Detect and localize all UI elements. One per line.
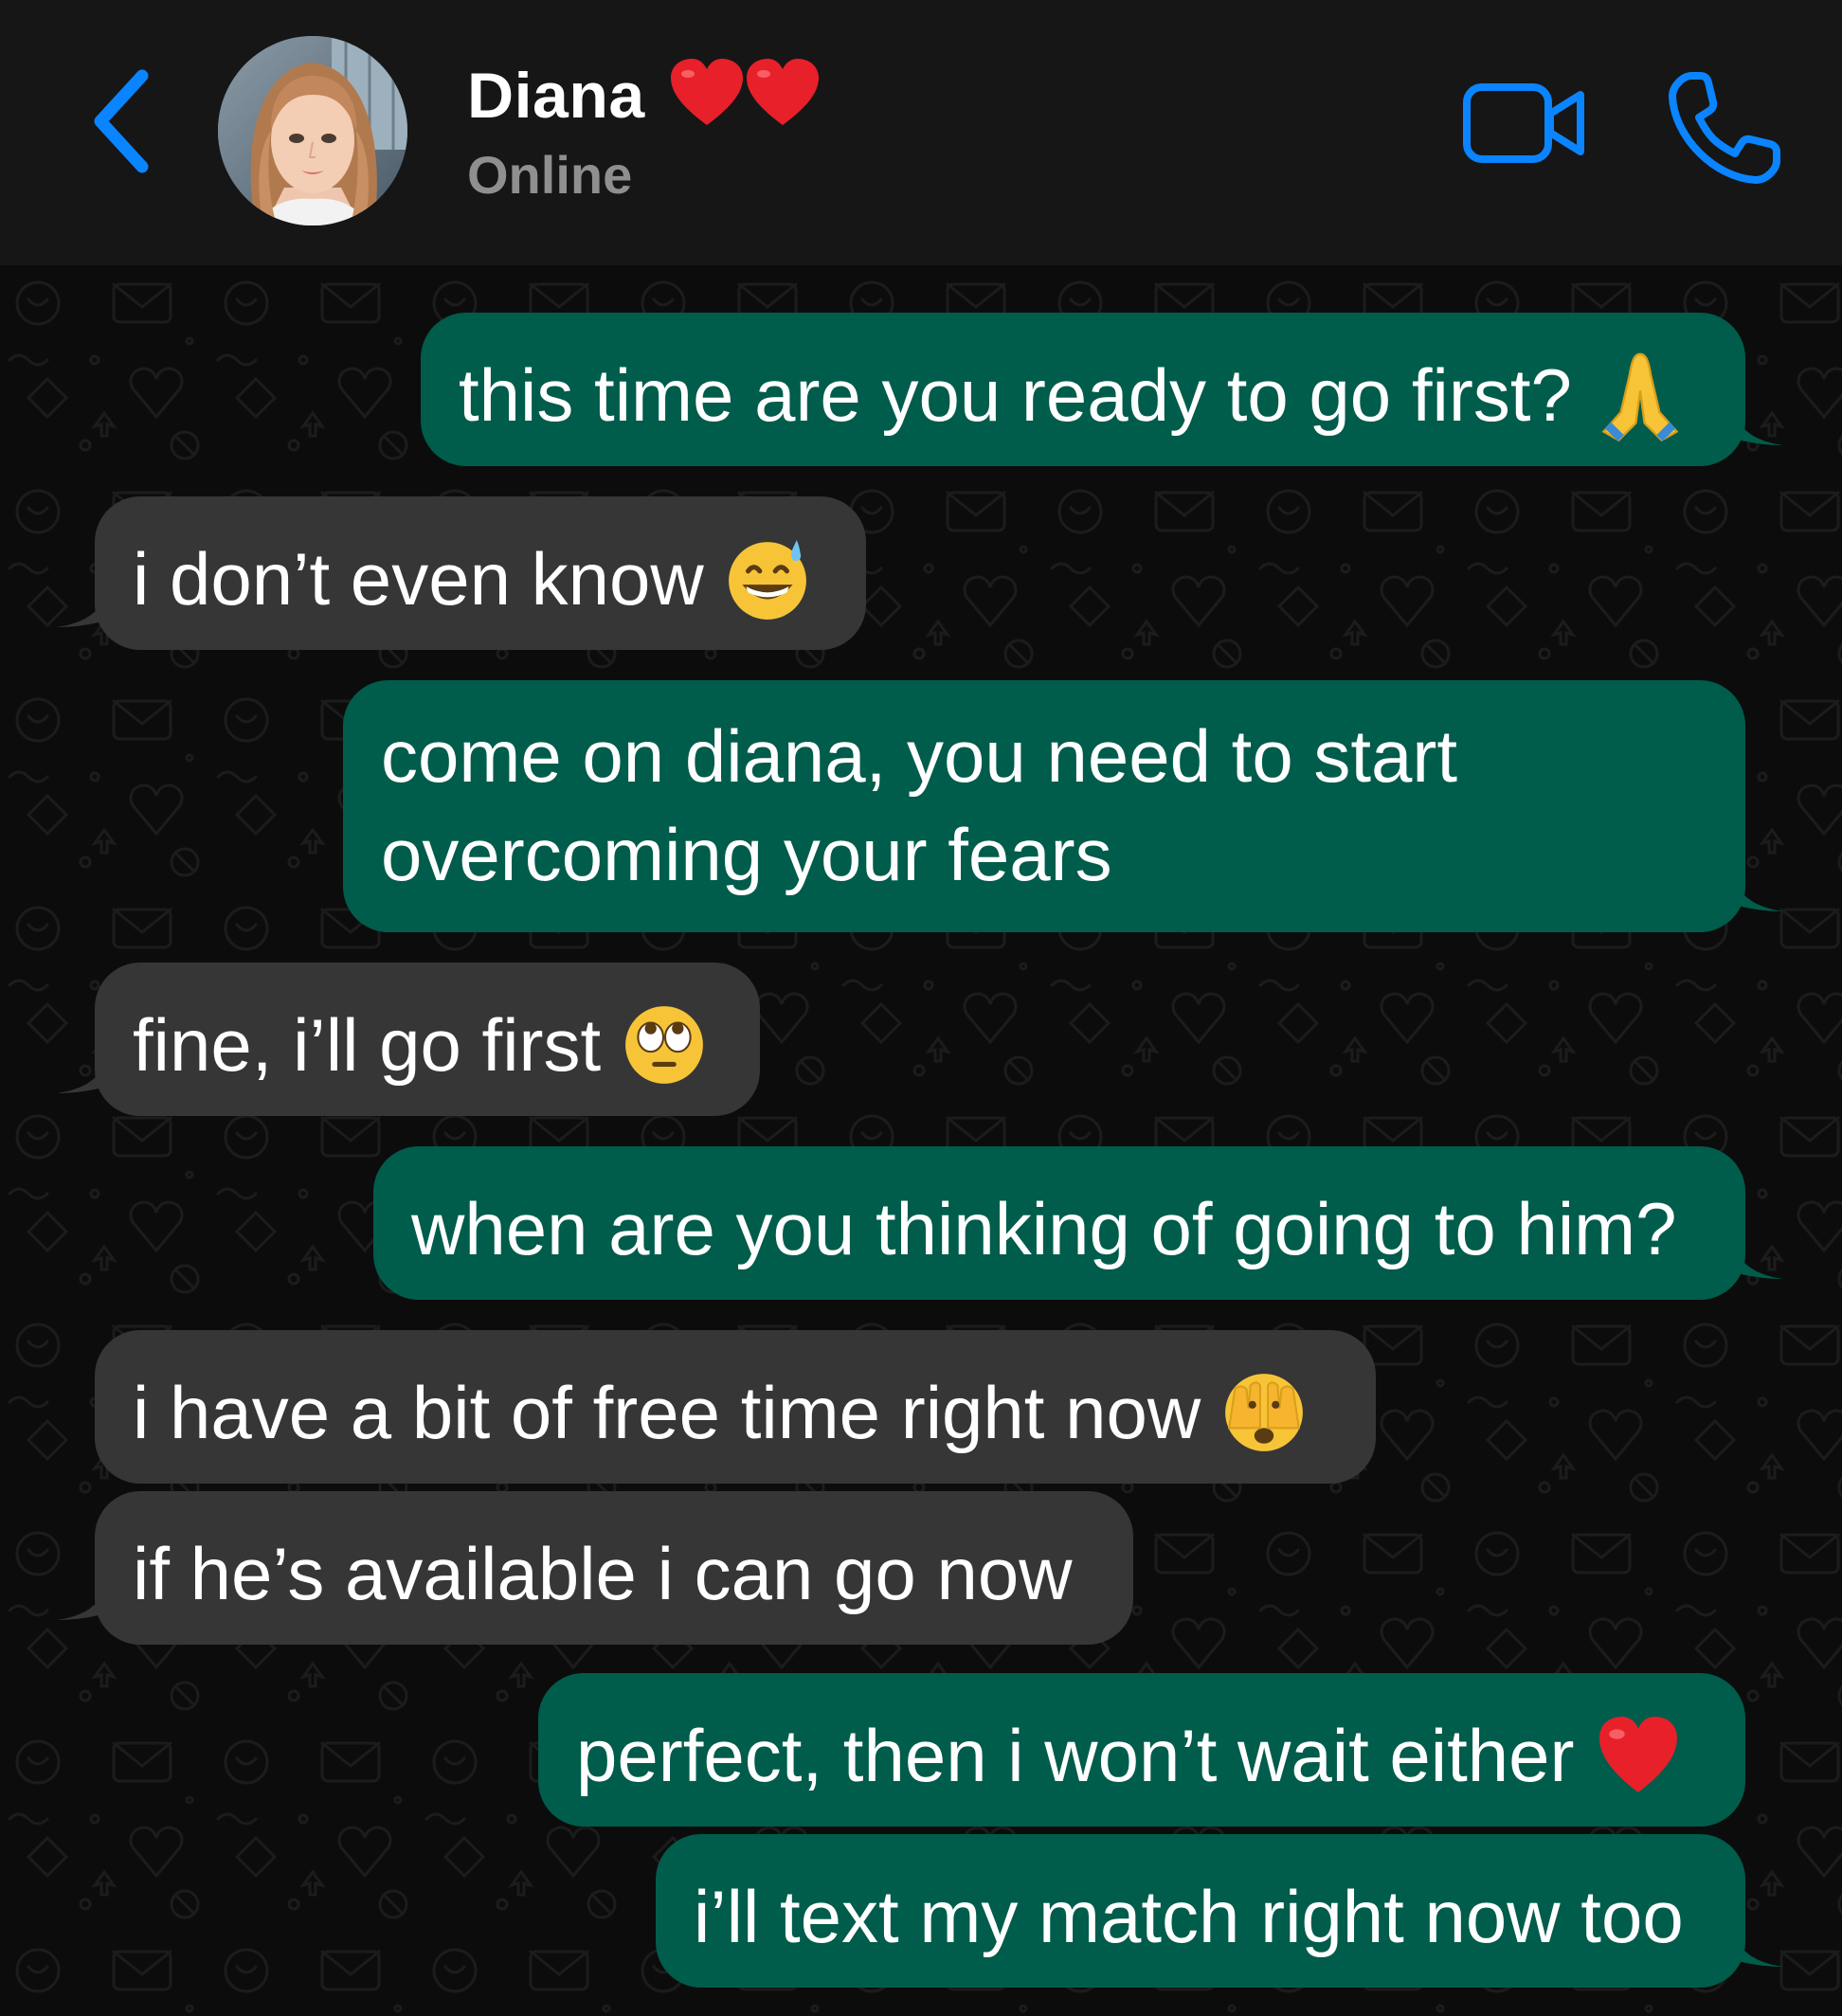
avatar[interactable] (218, 36, 407, 225)
message-outgoing[interactable]: this time are you ready to go first? (421, 313, 1745, 466)
bubble-tail (57, 580, 114, 627)
message-text: perfect, then i won’t wait either (576, 1714, 1575, 1798)
bubble-tail (1726, 398, 1783, 445)
bubble-tail (57, 1046, 114, 1093)
bubble-tail (1726, 864, 1783, 911)
message-list[interactable]: this time are you ready to go first? i d… (0, 265, 1842, 2016)
message-text: i’ll text my match right now too (694, 1875, 1684, 1959)
message-text-line: overcoming your fears (381, 813, 1112, 896)
red-heart-emoji (1598, 1717, 1677, 1793)
message-outgoing[interactable]: come on diana, you need to start overcom… (343, 680, 1745, 932)
voice-call-button[interactable] (1663, 66, 1786, 189)
message-outgoing[interactable]: when are you thinking of going to him? (373, 1146, 1745, 1300)
phone-icon (1669, 72, 1780, 184)
red-heart-emoji (671, 59, 819, 125)
chat-screen: Diana Online this time are you ready to … (0, 0, 1842, 2016)
video-camera-icon (1463, 83, 1584, 163)
message-text: this time are you ready to go first? (459, 353, 1572, 438)
avatar-photo (218, 36, 407, 225)
chevron-left-icon (94, 69, 149, 173)
bubble-tail (1726, 1919, 1783, 1967)
message-text: when are you thinking of going to him? (411, 1187, 1677, 1271)
video-call-button[interactable] (1459, 76, 1592, 171)
message-text: if he’s available i can go now (133, 1532, 1073, 1616)
message-text: i don’t even know (133, 537, 704, 621)
message-incoming[interactable]: i don’t even know (95, 496, 866, 650)
message-text-line: come on diana, you need to start (381, 714, 1458, 798)
eye-roll-emoji (625, 1006, 704, 1085)
chat-header: Diana Online (0, 0, 1842, 265)
bubble-tail (57, 1573, 114, 1620)
grinning-sweat-emoji (728, 540, 806, 621)
message-outgoing[interactable]: i’ll text my match right now too (656, 1834, 1745, 1988)
contact-name[interactable]: Diana (467, 59, 645, 133)
message-outgoing[interactable]: perfect, then i won’t wait either (538, 1673, 1745, 1827)
bubble-tail (1726, 1232, 1783, 1279)
message-text: fine, i’ll go first (133, 1003, 602, 1088)
contact-status: Online (467, 145, 633, 205)
message-text: i have a bit of free time right now (133, 1371, 1201, 1455)
message-incoming[interactable]: i have a bit of free time right now (95, 1330, 1376, 1484)
name-hearts (669, 57, 821, 133)
back-button[interactable] (76, 57, 171, 189)
folded-hands-emoji (1601, 353, 1679, 442)
message-incoming[interactable]: fine, i’ll go first (95, 963, 760, 1116)
peeking-face-emoji (1225, 1374, 1304, 1452)
message-incoming[interactable]: if he’s available i can go now (95, 1491, 1133, 1645)
